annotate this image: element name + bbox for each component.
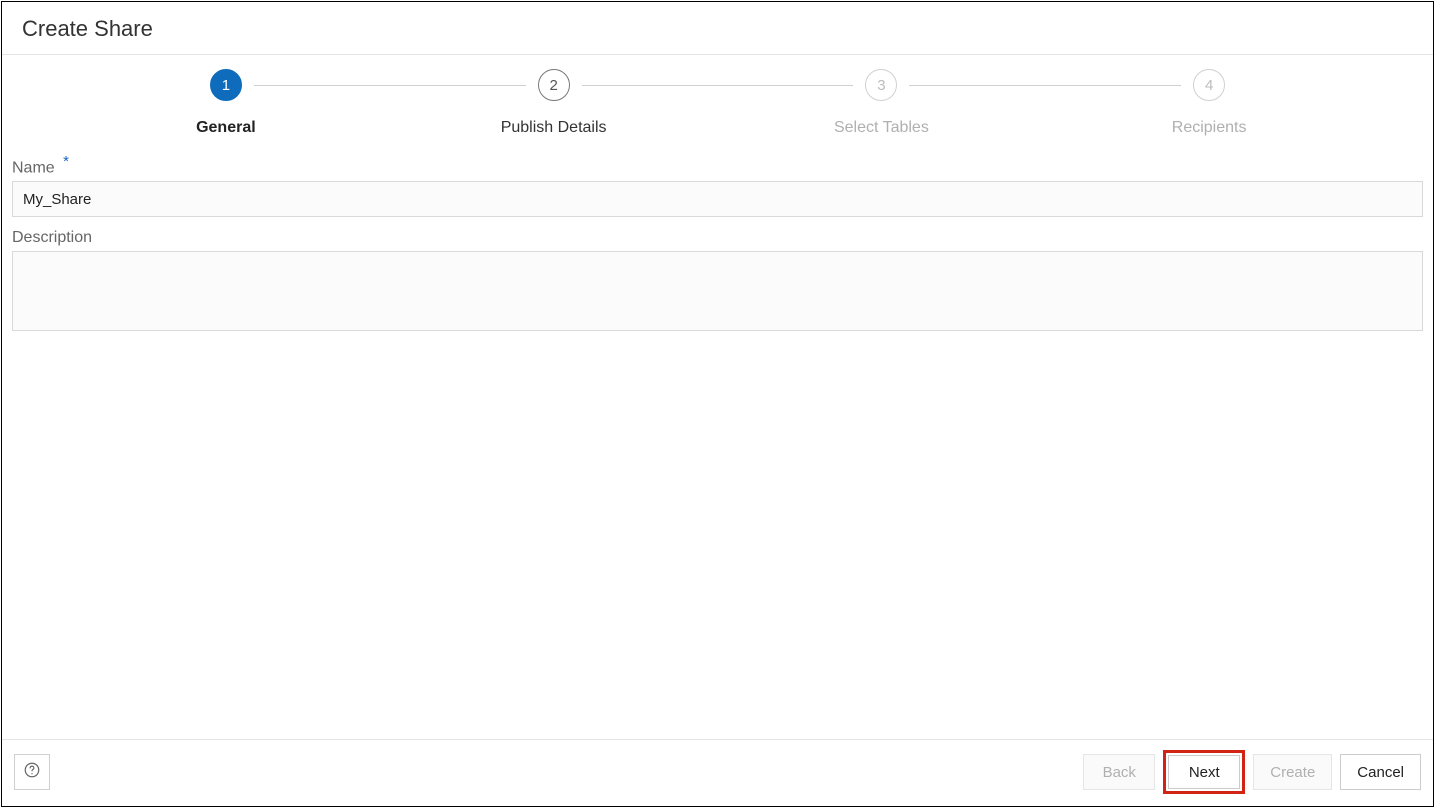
step-number: 4 <box>1193 69 1225 101</box>
wizard-stepper: 1 General 2 Publish Details 3 Select Tab… <box>2 55 1433 147</box>
step-label: Recipients <box>1172 119 1247 137</box>
dialog-header: Create Share <box>2 2 1433 55</box>
step-recipients: 4 Recipients <box>1045 69 1373 137</box>
form-area: Name * Description <box>2 147 1433 348</box>
description-label: Description <box>12 229 1423 247</box>
step-connector <box>582 85 854 86</box>
cancel-button[interactable]: Cancel <box>1340 754 1421 790</box>
back-button: Back <box>1083 754 1155 790</box>
next-button-highlight: Next <box>1163 750 1245 794</box>
step-label: General <box>196 119 256 137</box>
create-button: Create <box>1253 754 1332 790</box>
dialog-footer: Back Next Create Cancel <box>2 739 1433 806</box>
name-field: Name * <box>12 153 1423 217</box>
dialog-title: Create Share <box>22 16 1413 42</box>
description-input[interactable] <box>12 251 1423 331</box>
help-icon <box>23 761 41 784</box>
step-connector <box>254 85 526 86</box>
name-label-text: Name <box>12 159 55 176</box>
step-publish-details[interactable]: 2 Publish Details <box>390 69 718 137</box>
step-label: Select Tables <box>834 119 929 137</box>
help-button[interactable] <box>14 754 50 790</box>
name-input[interactable] <box>12 181 1423 217</box>
next-button[interactable]: Next <box>1168 755 1240 789</box>
step-select-tables: 3 Select Tables <box>718 69 1046 137</box>
step-number: 1 <box>210 69 242 101</box>
name-label: Name * <box>12 153 1423 177</box>
required-star-icon: * <box>63 153 69 170</box>
step-label: Publish Details <box>501 119 607 137</box>
create-share-dialog: Create Share 1 General 2 Publish Details… <box>1 1 1434 807</box>
description-field: Description <box>12 229 1423 336</box>
step-number: 2 <box>538 69 570 101</box>
step-general[interactable]: 1 General <box>62 69 390 137</box>
step-connector <box>909 85 1181 86</box>
step-number: 3 <box>865 69 897 101</box>
